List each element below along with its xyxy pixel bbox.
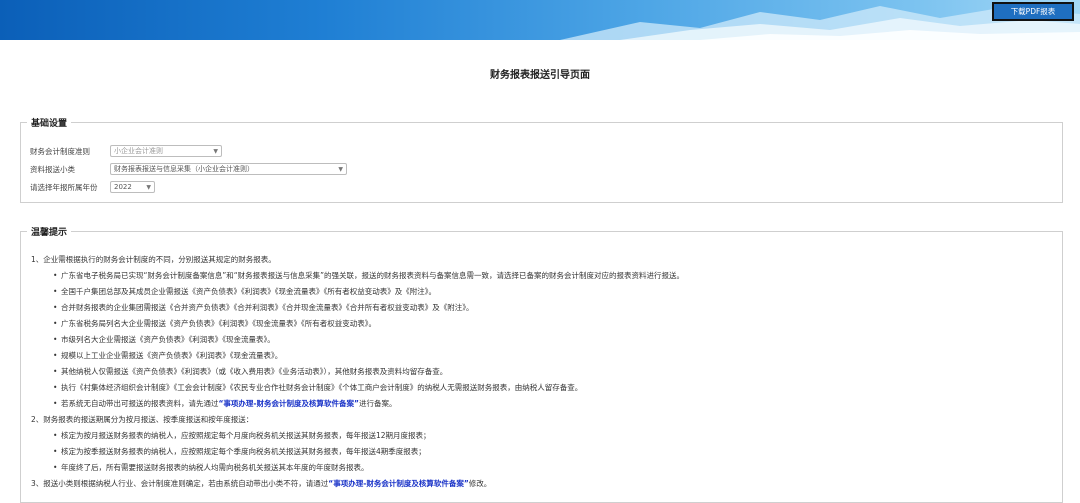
chevron-down-icon: ▼ xyxy=(338,165,343,173)
tip-item-text: 全国千户集团总部及其成员企业需报送《资产负债表》《利润表》《现金流量表》《所有者… xyxy=(61,287,436,296)
basic-settings-legend: 基础设置 xyxy=(27,116,72,129)
bullet-icon: • xyxy=(53,271,58,280)
tip-item-text: 市级列名大企业需报送《资产负债表》《利润表》《现金流量表》。 xyxy=(61,335,275,344)
tip-paragraph-1: 1、企业需根据执行的财务会计制度的不同，分别报送其规定的财务报表。 xyxy=(31,255,276,264)
bullet-icon: • xyxy=(53,367,58,376)
tip-item-text: 核定为按季报送财务报表的纳税人，应按照规定每个季度向税务机关报送其财务报表，每年… xyxy=(61,447,426,456)
report-category-row: 资料报送小类 财务报表报送与信息采集（小企业会计准则） ▼ xyxy=(30,163,347,175)
tip-item-text: 合并财务报表的企业集团需报送《合并资产负债表》《合并利润表》《合并现金流量表》《… xyxy=(61,303,474,312)
tip-item-text: 规模以上工业企业需报送《资产负债表》《利润表》《现金流量表》。 xyxy=(61,351,283,360)
bullet-icon: • xyxy=(53,319,58,328)
accounting-standard-row: 财务会计制度准则 小企业会计准则 ▼ xyxy=(30,145,222,157)
tip-item-text: 广东省电子税务局已实现“财务会计制度备案信息”和“财务报表报送与信息采集”的强关… xyxy=(61,271,685,280)
chevron-down-icon: ▼ xyxy=(146,183,151,191)
mountain-illustration xyxy=(560,6,1080,40)
tip-item-pre: 若系统无自动带出可报送的报表资料，请先通过 xyxy=(61,399,219,408)
tip-paragraph-3: 3、报送小类则根据纳税人行业、会计制度准则确定，若由系统自动带出小类不符，请通过… xyxy=(31,478,491,489)
tip-item: • 广东省电子税务局已实现“财务会计制度备案信息”和“财务报表报送与信息采集”的强… xyxy=(53,270,684,281)
tip-item: • 规模以上工业企业需报送《资产负债表》《利润表》《现金流量表》。 xyxy=(53,350,282,361)
tips-panel: 温馨提示 1、企业需根据执行的财务会计制度的不同，分别报送其规定的财务报表。 •… xyxy=(20,225,1063,503)
bullet-icon: • xyxy=(53,463,58,472)
accounting-standard-label: 财务会计制度准则 xyxy=(30,146,90,156)
tip-paragraph-2: 2、财务报表的报送期属分为按月报送、按季度报送和按年度报送： xyxy=(31,415,254,424)
basic-settings-panel: 基础设置 财务会计制度准则 小企业会计准则 ▼ 资料报送小类 财务报表报送与信息… xyxy=(20,116,1063,203)
tip-item: • 若系统无自动带出可报送的报表资料，请先通过“事项办理-财务会计制度及核算软件备… xyxy=(53,398,396,409)
tips-legend: 温馨提示 xyxy=(27,225,72,238)
report-category-label: 资料报送小类 xyxy=(30,164,75,174)
tip-item: • 核定为按月报送财务报表的纳税人，应按照规定每个月度向税务机关报送其财务报表，每… xyxy=(53,430,431,441)
bullet-icon: • xyxy=(53,303,58,312)
bullet-icon: • xyxy=(53,335,58,344)
tip-item: • 合并财务报表的企业集团需报送《合并资产负债表》《合并利润表》《合并现金流量表》… xyxy=(53,302,474,313)
tip-item: • 其他纳税人仅需报送《资产负债表》《利润表》（或《收入费用表》《业务活动表》），… xyxy=(53,366,447,377)
tip-item-text: 执行《村集体经济组织会计制度》《工会会计制度》《农民专业合作社财务会计制度》《个… xyxy=(61,383,583,392)
accounting-standard-select[interactable]: 小企业会计准则 ▼ xyxy=(110,145,222,157)
tip-paragraph-3-post: 修改。 xyxy=(468,479,492,488)
chevron-down-icon: ▼ xyxy=(213,147,218,155)
bullet-icon: • xyxy=(53,383,58,392)
filing-link[interactable]: “事项办理-财务会计制度及核算软件备案” xyxy=(328,479,468,488)
bullet-icon: • xyxy=(53,351,58,360)
report-year-select[interactable]: 2022 ▼ xyxy=(110,181,155,193)
tip-item: • 市级列名大企业需报送《资产负债表》《利润表》《现金流量表》。 xyxy=(53,334,275,345)
tip-item: • 广东省税务局列名大企业需报送《资产负债表》《利润表》《现金流量表》《所有者权益… xyxy=(53,318,376,329)
accounting-standard-value: 小企业会计准则 xyxy=(114,147,163,155)
download-pdf-button[interactable]: 下载PDF报表 xyxy=(992,2,1074,21)
filing-link[interactable]: “事项办理-财务会计制度及核算软件备案” xyxy=(219,399,359,408)
tip-item: • 全国千户集团总部及其成员企业需报送《资产负债表》《利润表》《现金流量表》《所有… xyxy=(53,286,436,297)
tip-item-post: 进行备案。 xyxy=(358,399,397,408)
bullet-icon: • xyxy=(53,431,58,440)
header-banner: 下载PDF报表 xyxy=(0,0,1080,40)
tip-item-text: 年度终了后，所有需要报送财务报表的纳税人均需向税务机关报送其本年度的年度财务报表… xyxy=(61,463,369,472)
report-year-label: 请选择年报所属年份 xyxy=(30,182,98,192)
tip-item-text: 核定为按月报送财务报表的纳税人，应按照规定每个月度向税务机关报送其财务报表，每年… xyxy=(61,431,431,440)
tip-item-text: 其他纳税人仅需报送《资产负债表》《利润表》（或《收入费用表》《业务活动表》），其… xyxy=(61,367,448,376)
report-year-row: 请选择年报所属年份 2022 ▼ xyxy=(30,181,155,193)
tip-item-text: 广东省税务局列名大企业需报送《资产负债表》《利润表》《现金流量表》《所有者权益变… xyxy=(61,319,376,328)
tip-paragraph-3-pre: 3、报送小类则根据纳税人行业、会计制度准则确定，若由系统自动带出小类不符，请通过 xyxy=(31,479,329,488)
report-year-value: 2022 xyxy=(114,183,132,191)
report-category-select[interactable]: 财务报表报送与信息采集（小企业会计准则） ▼ xyxy=(110,163,347,175)
tip-item: • 核定为按季报送财务报表的纳税人，应按照规定每个季度向税务机关报送其财务报表，每… xyxy=(53,446,426,457)
bullet-icon: • xyxy=(53,447,58,456)
bullet-icon: • xyxy=(53,399,58,408)
bullet-icon: • xyxy=(53,287,58,296)
tip-item: • 年度终了后，所有需要报送财务报表的纳税人均需向税务机关报送其本年度的年度财务报… xyxy=(53,462,369,473)
page-title: 财务报表报送引导页面 xyxy=(490,70,590,81)
report-category-value: 财务报表报送与信息采集（小企业会计准则） xyxy=(114,165,254,173)
tip-item: • 执行《村集体经济组织会计制度》《工会会计制度》《农民专业合作社财务会计制度》《… xyxy=(53,382,582,393)
